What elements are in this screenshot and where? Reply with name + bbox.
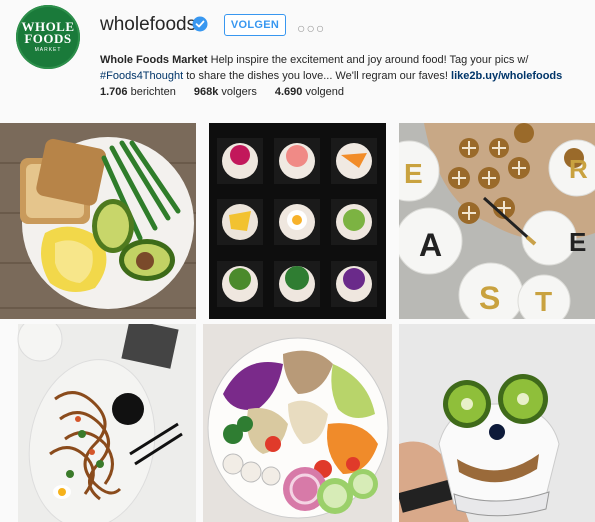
post-image (203, 324, 392, 522)
stat-followers[interactable]: 968k volgers (194, 86, 257, 98)
avatar-logo-line3: MARKET (34, 47, 62, 53)
followers-label: volgers (221, 86, 257, 98)
plate-letter-s: S (479, 280, 500, 316)
posts-label: berichten (130, 86, 176, 98)
stat-following[interactable]: 4.690 volgend (275, 86, 344, 98)
follow-button[interactable]: VOLGEN (224, 14, 286, 36)
avatar-logo-line2: FOODS (24, 31, 72, 46)
post-image (0, 324, 196, 522)
post-veggie-bowl[interactable] (203, 324, 392, 522)
post-easter-hot-cross-buns[interactable]: E R A S T E (399, 123, 595, 319)
profile-header: WHOLE FOODS MARKET wholefoods VOLGEN ○○○… (0, 0, 595, 120)
post-image (0, 123, 196, 319)
bio-name: Whole Foods Market (100, 54, 208, 66)
bio-hashtag-link[interactable]: #Foods4Thought (100, 70, 183, 82)
bio-website-link[interactable]: like2b.uy/wholefoods (451, 70, 562, 82)
post-rice-bowls-grid[interactable] (209, 123, 386, 319)
plate-letter-e2: E (569, 227, 586, 257)
plate-letter-t: T (535, 286, 552, 317)
followers-count: 968k (193, 86, 219, 98)
following-label: volgend (305, 86, 345, 98)
plate-letter-a: A (419, 227, 442, 263)
post-image (399, 324, 595, 522)
bio-text: Help inspire the excitement and joy arou… (207, 54, 529, 66)
profile-bio: Whole Foods Market Help inspire the exci… (100, 52, 580, 84)
plate-letter-r: R (569, 154, 588, 184)
bio-text-continued: to share the dishes you love... We'll re… (183, 70, 452, 82)
following-count: 4.690 (274, 86, 303, 98)
stat-posts: 1.706 berichten (100, 86, 176, 98)
profile-avatar[interactable]: WHOLE FOODS MARKET (16, 5, 80, 69)
profile-stats: 1.706 berichten 968k volgers 4.690 volge… (100, 86, 362, 98)
post-image: E R A S T E (399, 123, 595, 319)
post-toast-avocado-eggs[interactable] (0, 123, 196, 319)
post-image (209, 123, 386, 319)
posts-count: 1.706 (100, 86, 128, 98)
profile-username: wholefoods (100, 14, 197, 35)
post-noodle-platter[interactable] (0, 324, 196, 522)
plate-letter-e1: E (404, 158, 423, 189)
more-options-icon[interactable]: ○○○ (297, 20, 325, 36)
verified-badge-icon (192, 16, 208, 32)
post-kiwi-yogurt-face[interactable] (399, 324, 595, 522)
posts-grid: E R A S T E (0, 123, 595, 522)
